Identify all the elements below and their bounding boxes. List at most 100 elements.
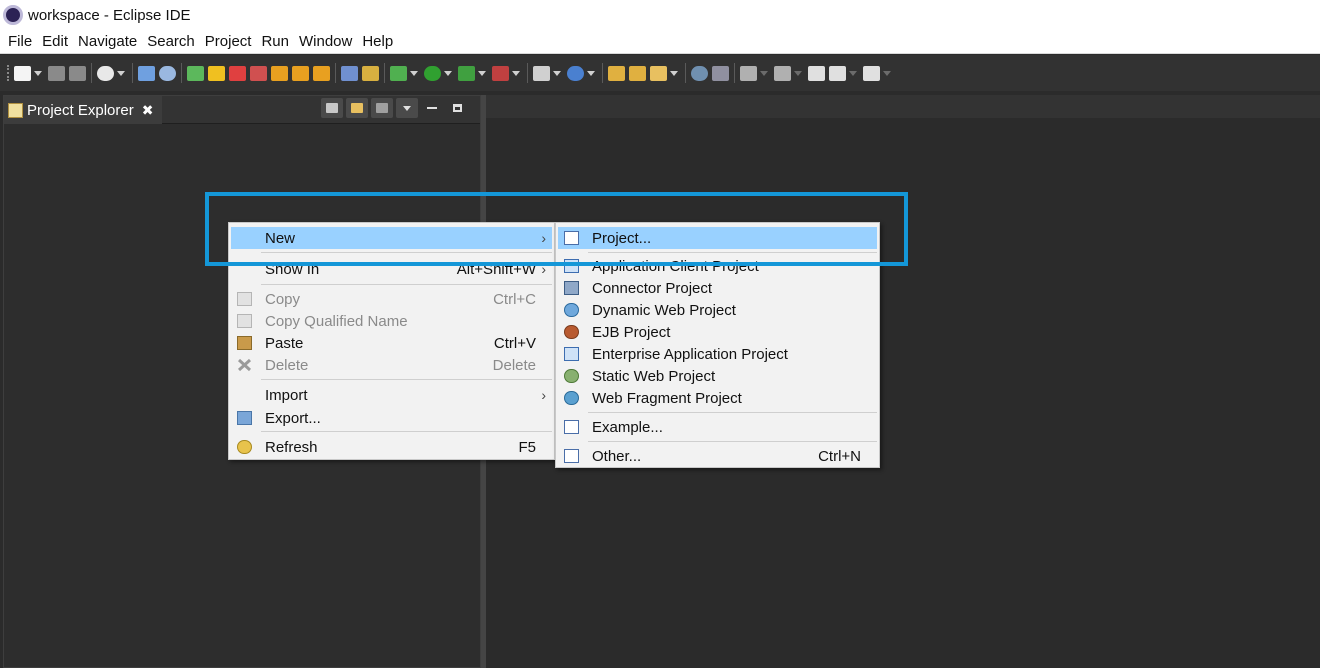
terminate-icon[interactable]	[229, 65, 246, 81]
menu-item-dynamic-web-project[interactable]: Dynamic Web Project	[558, 299, 877, 321]
forward-arrow-icon[interactable]	[863, 65, 880, 81]
menu-project[interactable]: Project	[201, 33, 256, 50]
submenu-arrow-icon: ›	[541, 261, 546, 277]
menu-item-label: Delete	[265, 356, 309, 374]
drop-to-frame-icon[interactable]	[341, 65, 358, 81]
suspend-icon[interactable]	[208, 65, 225, 81]
menu-help[interactable]: Help	[358, 33, 397, 50]
web-services-icon[interactable]	[712, 65, 729, 81]
search-icon[interactable]	[650, 65, 667, 81]
menu-item-label: New	[265, 229, 296, 247]
menu-item-other[interactable]: Other... Ctrl+N	[558, 445, 877, 467]
new-java-class-icon[interactable]	[567, 65, 584, 81]
annotation-next-dropdown-icon[interactable]	[760, 70, 768, 76]
step-into-icon[interactable]	[271, 65, 288, 81]
view-toolbar	[318, 98, 468, 118]
new-server-icon[interactable]	[533, 65, 550, 81]
step-return-icon[interactable]	[313, 65, 330, 81]
collapse-all-icon[interactable]	[321, 98, 343, 118]
menu-separator	[588, 252, 877, 253]
menu-item-copy[interactable]: Copy Ctrl+C	[231, 288, 552, 310]
menu-item-enterprise-application-project[interactable]: Enterprise Application Project	[558, 343, 877, 365]
menu-window[interactable]: Window	[295, 33, 356, 50]
save-icon[interactable]	[48, 65, 65, 81]
external-tools-icon[interactable]	[492, 65, 509, 81]
profile-icon[interactable]	[97, 65, 114, 81]
skip-breakpoints-icon[interactable]	[159, 65, 176, 81]
resume-icon[interactable]	[187, 65, 204, 81]
toolbar-separator	[181, 63, 182, 83]
coverage-icon[interactable]	[458, 65, 475, 81]
menu-run[interactable]: Run	[257, 33, 293, 50]
menu-separator	[261, 284, 552, 285]
export-icon	[237, 411, 252, 425]
eclipse-logo-icon	[3, 5, 23, 25]
menu-item-refresh[interactable]: Refresh F5	[231, 436, 552, 458]
new-icon[interactable]	[14, 65, 31, 81]
submenu-arrow-icon: ›	[541, 230, 546, 246]
maximize-icon[interactable]	[446, 98, 468, 118]
menu-item-copy-qualified-name[interactable]: Copy Qualified Name	[231, 310, 552, 332]
run-icon[interactable]	[424, 65, 441, 81]
menu-navigate[interactable]: Navigate	[74, 33, 141, 50]
menu-item-delete[interactable]: Delete Delete	[231, 354, 552, 376]
menu-item-static-web-project[interactable]: Static Web Project	[558, 365, 877, 387]
annotation-previous-icon[interactable]	[774, 65, 791, 81]
external-tools-dropdown-icon[interactable]	[512, 70, 520, 76]
run-dropdown-icon[interactable]	[444, 70, 452, 76]
new-java-class-dropdown-icon[interactable]	[587, 70, 595, 76]
menu-file[interactable]: File	[4, 33, 36, 50]
menu-item-application-client-project[interactable]: Application Client Project	[558, 255, 877, 277]
menu-item-show-in[interactable]: Show In Alt+Shift+W ›	[231, 258, 552, 280]
menu-item-label: Copy Qualified Name	[265, 312, 408, 330]
disconnect-icon[interactable]	[250, 65, 267, 81]
minimize-icon[interactable]	[421, 98, 443, 118]
annotation-previous-dropdown-icon[interactable]	[794, 70, 802, 76]
refresh-icon	[237, 440, 252, 454]
toolbar-separator	[602, 63, 603, 83]
profile-dropdown-icon[interactable]	[117, 70, 125, 76]
open-task-icon[interactable]	[629, 65, 646, 81]
debug-dropdown-icon[interactable]	[410, 70, 418, 76]
save-all-icon[interactable]	[69, 65, 86, 81]
project-explorer-tab-label: Project Explorer	[27, 101, 134, 119]
menu-item-new[interactable]: New ›	[231, 227, 552, 249]
menu-item-example[interactable]: Example...	[558, 416, 877, 438]
title-bar: workspace - Eclipse IDE	[0, 0, 1320, 30]
menu-search[interactable]: Search	[143, 33, 199, 50]
menu-item-project[interactable]: Project...	[558, 227, 877, 249]
coverage-dropdown-icon[interactable]	[478, 70, 486, 76]
annotation-next-icon[interactable]	[740, 65, 757, 81]
menu-separator	[588, 412, 877, 413]
view-menu-icon[interactable]	[396, 98, 418, 118]
new-server-dropdown-icon[interactable]	[553, 70, 561, 76]
use-step-filters-icon[interactable]	[362, 65, 379, 81]
back-arrow-icon[interactable]	[829, 65, 846, 81]
menu-item-shortcut: Ctrl+N	[818, 447, 861, 465]
tab-project-explorer[interactable]: Project Explorer ✖	[4, 96, 162, 124]
last-edit-location-icon[interactable]	[808, 65, 825, 81]
debug-icon[interactable]	[390, 65, 407, 81]
menu-item-label: Other...	[592, 447, 642, 465]
menu-item-connector-project[interactable]: Connector Project	[558, 277, 877, 299]
toolbar-separator	[91, 63, 92, 83]
link-with-editor-icon[interactable]	[346, 98, 368, 118]
menu-item-web-fragment-project[interactable]: Web Fragment Project	[558, 387, 877, 409]
delete-icon	[237, 358, 252, 372]
terminal-icon[interactable]	[138, 65, 155, 81]
toolbar-grip[interactable]	[7, 65, 9, 81]
filters-icon[interactable]	[371, 98, 393, 118]
close-icon[interactable]: ✖	[142, 102, 154, 119]
search-dropdown-icon[interactable]	[670, 70, 678, 76]
menu-item-ejb-project[interactable]: EJB Project	[558, 321, 877, 343]
menu-item-paste[interactable]: Paste Ctrl+V	[231, 332, 552, 354]
step-over-icon[interactable]	[292, 65, 309, 81]
menu-item-import[interactable]: Import ›	[231, 384, 552, 406]
back-dropdown-icon[interactable]	[849, 70, 857, 76]
web-browser-icon[interactable]	[691, 65, 708, 81]
open-type-icon[interactable]	[608, 65, 625, 81]
new-dropdown-icon[interactable]	[34, 70, 42, 76]
menu-item-export[interactable]: Export...	[231, 407, 552, 429]
menu-edit[interactable]: Edit	[38, 33, 72, 50]
forward-dropdown-icon[interactable]	[883, 70, 891, 76]
